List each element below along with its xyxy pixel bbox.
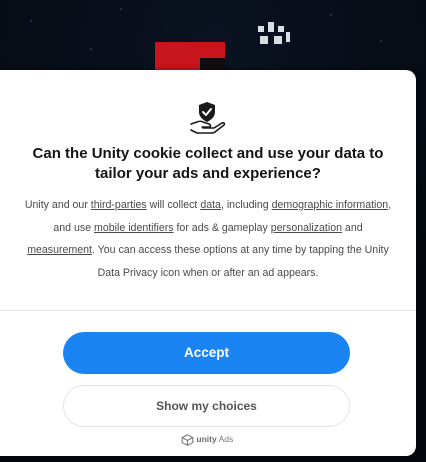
body-text-segment: . You can access these options at any ti… (91, 244, 389, 279)
star (380, 40, 382, 42)
star (30, 20, 32, 22)
body-text-segment: Unity and our (24, 199, 91, 211)
dialog-title: Can the Unity cookie collect and use you… (32, 145, 384, 182)
link-personalization[interactable]: personalization (271, 222, 342, 234)
unity-cube-icon (181, 433, 196, 446)
star (120, 8, 122, 10)
body-text-segment: for ads & gameplay (173, 221, 271, 234)
body-text-segment: will collect (146, 199, 201, 211)
accept-button[interactable]: Accept (63, 332, 350, 374)
star (330, 14, 332, 16)
game-sprite (256, 22, 294, 48)
show-my-choices-button[interactable]: Show my choices (63, 385, 350, 427)
link-demographic-information[interactable]: demographic information (272, 199, 389, 211)
body-text-segment: , including (220, 199, 272, 211)
unity-ads-logo: unity Ads (181, 432, 233, 446)
consent-dialog: Can the Unity cookie collect and use you… (0, 70, 416, 456)
link-mobile-identifiers[interactable]: mobile identifiers (94, 222, 174, 234)
body-text-segment: and (341, 221, 363, 234)
dialog-description: Unity and our third-parties will collect… (22, 194, 394, 284)
hand-shield-check-icon (187, 100, 227, 136)
brand-unity-text: unity (196, 434, 217, 444)
link-measurement[interactable]: measurement (27, 244, 92, 256)
link-third-parties[interactable]: third-parties (91, 199, 147, 211)
link-data[interactable]: data (200, 199, 221, 211)
divider (0, 310, 416, 311)
brand-ads-text: Ads (216, 434, 234, 444)
star (90, 48, 92, 50)
